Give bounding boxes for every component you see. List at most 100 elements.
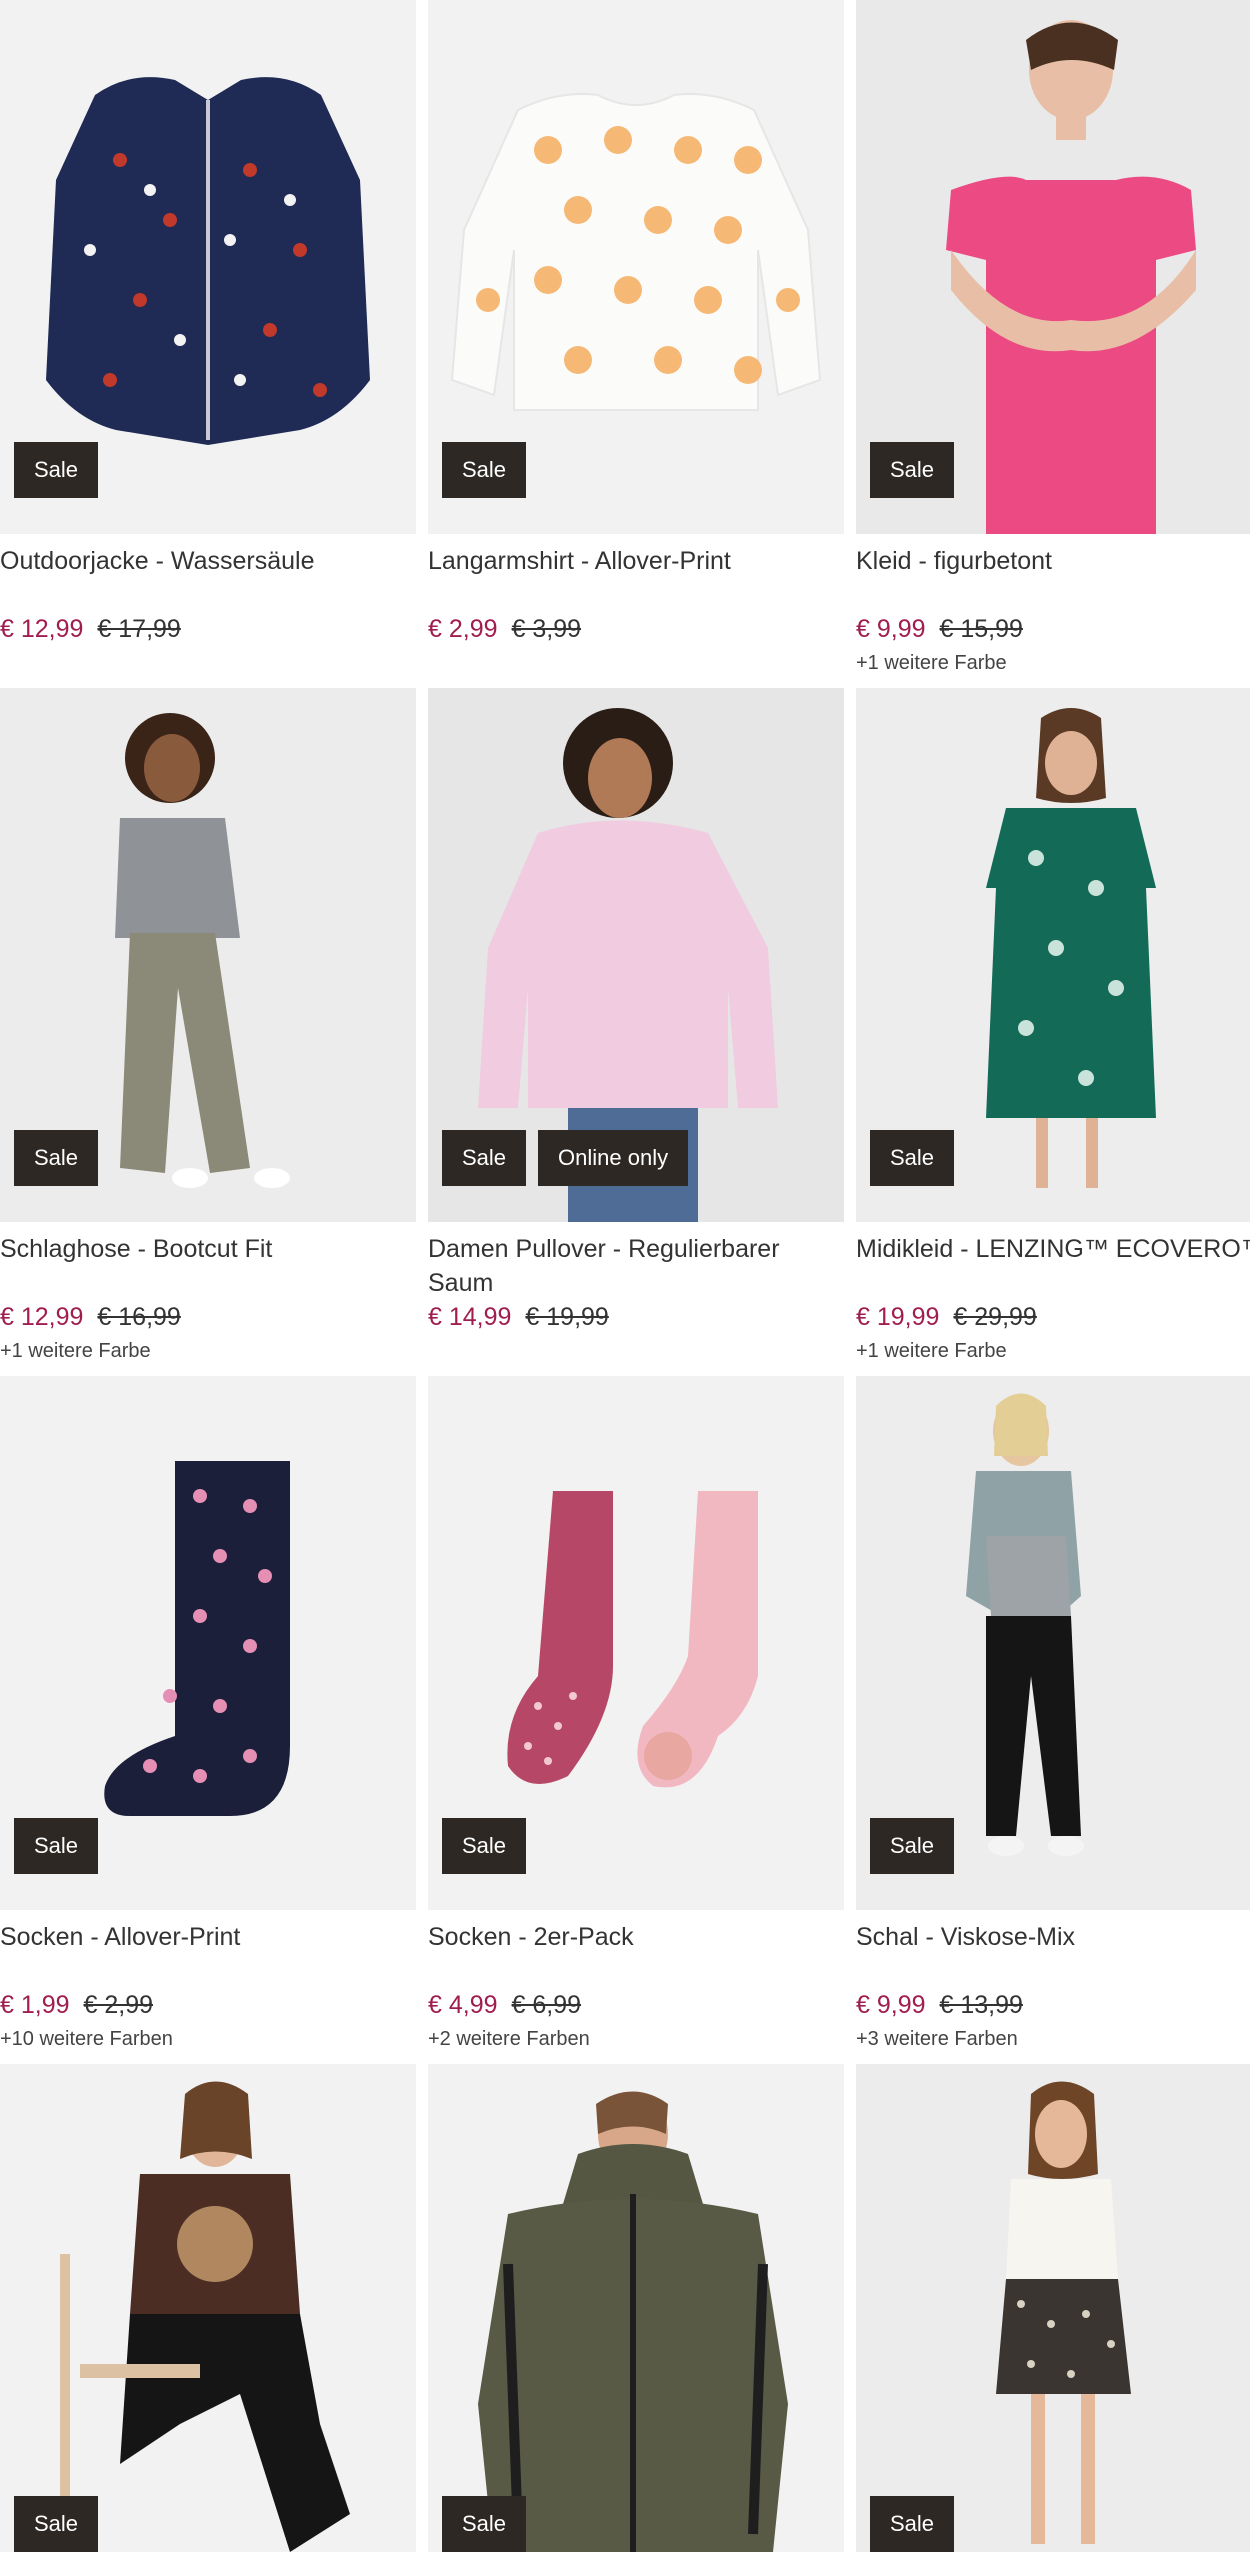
- sale-badge: Sale: [14, 1130, 99, 1186]
- more-colors-note[interactable]: +2 weitere Farben: [428, 2024, 844, 2054]
- sale-price: € 2,99: [428, 615, 498, 643]
- sale-badge: Sale: [870, 1818, 955, 1874]
- product-link[interactable]: Sale Schlaghose - Bootcut Fit € 12,99 € …: [0, 688, 416, 1376]
- sale-price: € 9,99: [856, 1991, 926, 2019]
- product-image[interactable]: Sale: [0, 1376, 416, 1910]
- product-card[interactable]: Sale Schlaghose - Bootcut Fit € 12,99 € …: [0, 688, 416, 1376]
- sale-price: € 19,99: [856, 1303, 940, 1331]
- product-link[interactable]: Sale: [0, 2064, 416, 2552]
- badge-group: Sale: [442, 1818, 527, 1874]
- badge-group: Sale: [870, 2496, 955, 2552]
- product-card[interactable]: Sale Socken - 2er-Pack € 4,99 € 6,99 +2 …: [428, 1376, 844, 2064]
- product-card[interactable]: Sale Schal - Viskose-Mix € 9,99 € 13,99 …: [856, 1376, 1250, 2064]
- badge-group: Sale: [14, 442, 99, 498]
- product-card[interactable]: Sale: [0, 2064, 416, 2552]
- product-title[interactable]: Socken - Allover-Print: [0, 1920, 416, 1988]
- price-row: € 9,99 € 13,99: [856, 1988, 1250, 2022]
- product-link[interactable]: Sale: [856, 2064, 1250, 2552]
- badge-group: Sale: [14, 2496, 99, 2552]
- product-title[interactable]: Schlaghose - Bootcut Fit: [0, 1232, 416, 1300]
- price-row: € 1,99 € 2,99: [0, 1988, 416, 2022]
- brown-tshirt-image: [0, 2064, 416, 2552]
- product-image[interactable]: Sale: [0, 0, 416, 534]
- original-price: € 17,99: [97, 615, 181, 643]
- sale-badge: Sale: [14, 442, 99, 498]
- product-link[interactable]: Sale Outdoorjacke - Wassersäule € 12,99 …: [0, 0, 416, 688]
- sale-price: € 12,99: [0, 615, 84, 643]
- product-title[interactable]: Damen Pullover - Regulierbarer Saum: [428, 1232, 844, 1300]
- product-image[interactable]: Sale: [856, 2064, 1250, 2552]
- product-image[interactable]: Sale: [856, 0, 1250, 534]
- badge-group: Sale: [442, 442, 527, 498]
- product-title[interactable]: Midikleid - LENZING™ ECOVERO™: [856, 1232, 1250, 1300]
- price-row: € 2,99 € 3,99: [428, 612, 844, 646]
- product-link[interactable]: Sale Online only Damen Pullover - Reguli…: [428, 688, 844, 1376]
- sale-price: € 12,99: [0, 1303, 84, 1331]
- original-price: € 13,99: [939, 1991, 1023, 2019]
- original-price: € 16,99: [97, 1303, 181, 1331]
- sale-badge: Sale: [14, 1818, 99, 1874]
- more-colors-note[interactable]: +1 weitere Farbe: [0, 1336, 416, 1366]
- product-link[interactable]: Sale Kleid - figurbetont € 9,99 € 15,99 …: [856, 0, 1250, 688]
- product-card[interactable]: Sale Online only Damen Pullover - Reguli…: [428, 688, 844, 1376]
- product-link[interactable]: Sale Socken - Allover-Print € 1,99 € 2,9…: [0, 1376, 416, 2064]
- product-title[interactable]: Langarmshirt - Allover-Print: [428, 544, 844, 612]
- original-price: € 2,99: [83, 1991, 154, 2019]
- sale-badge: Sale: [870, 442, 955, 498]
- product-card[interactable]: Sale Outdoorjacke - Wassersäule € 12,99 …: [0, 0, 416, 688]
- product-link[interactable]: Sale: [428, 2064, 844, 2552]
- sale-badge: Sale: [14, 2496, 99, 2552]
- price-row: € 9,99 € 15,99: [856, 612, 1250, 646]
- sale-badge: Sale: [870, 1130, 955, 1186]
- online-only-badge: Online only: [538, 1130, 689, 1186]
- product-image[interactable]: Sale: [428, 0, 844, 534]
- product-title[interactable]: Socken - 2er-Pack: [428, 1920, 844, 1988]
- product-image[interactable]: Sale: [0, 688, 416, 1222]
- sale-price: € 9,99: [856, 615, 926, 643]
- price-row: € 4,99 € 6,99: [428, 1988, 844, 2022]
- skirt-image: [856, 2064, 1250, 2552]
- product-card[interactable]: Sale Kleid - figurbetont € 9,99 € 15,99 …: [856, 0, 1250, 688]
- badge-group: Sale: [870, 1130, 955, 1186]
- product-image[interactable]: Sale: [428, 2064, 844, 2552]
- product-link[interactable]: Sale Schal - Viskose-Mix € 9,99 € 13,99 …: [856, 1376, 1250, 2064]
- badge-group: Sale: [870, 442, 955, 498]
- more-colors-note[interactable]: +10 weitere Farben: [0, 2024, 416, 2054]
- product-image[interactable]: Sale: [856, 1376, 1250, 1910]
- product-card[interactable]: Sale: [428, 2064, 844, 2552]
- original-price: € 15,99: [939, 615, 1023, 643]
- price-row: € 14,99 € 19,99: [428, 1300, 844, 1334]
- sale-badge: Sale: [442, 1818, 527, 1874]
- sale-badge: Sale: [442, 1130, 527, 1186]
- original-price: € 6,99: [511, 1991, 582, 2019]
- price-row: € 12,99 € 17,99: [0, 612, 416, 646]
- more-colors-note[interactable]: +1 weitere Farbe: [856, 648, 1250, 678]
- original-price: € 3,99: [511, 615, 582, 643]
- product-link[interactable]: Sale Langarmshirt - Allover-Print € 2,99…: [428, 0, 844, 688]
- more-colors-note[interactable]: +3 weitere Farben: [856, 2024, 1250, 2054]
- product-image[interactable]: Sale: [428, 1376, 844, 1910]
- product-title[interactable]: Outdoorjacke - Wassersäule: [0, 544, 416, 612]
- product-link[interactable]: Sale Midikleid - LENZING™ ECOVERO™ € 19,…: [856, 688, 1250, 1376]
- original-price: € 29,99: [953, 1303, 1037, 1331]
- price-row: € 19,99 € 29,99: [856, 1300, 1250, 1334]
- product-card[interactable]: Sale Midikleid - LENZING™ ECOVERO™ € 19,…: [856, 688, 1250, 1376]
- khaki-hoodie-image: [428, 2064, 844, 2552]
- badge-group: Sale: [14, 1130, 99, 1186]
- product-card[interactable]: Sale Socken - Allover-Print € 1,99 € 2,9…: [0, 1376, 416, 2064]
- sale-badge: Sale: [870, 2496, 955, 2552]
- product-image[interactable]: Sale Online only: [428, 688, 844, 1222]
- more-colors-note[interactable]: +1 weitere Farbe: [856, 1336, 1250, 1366]
- product-card[interactable]: Sale Langarmshirt - Allover-Print € 2,99…: [428, 0, 844, 688]
- product-title[interactable]: Kleid - figurbetont: [856, 544, 1250, 612]
- sale-price: € 4,99: [428, 1991, 498, 2019]
- badge-group: Sale Online only: [442, 1130, 689, 1186]
- product-image[interactable]: Sale: [0, 2064, 416, 2552]
- original-price: € 19,99: [525, 1303, 609, 1331]
- product-grid: Sale Outdoorjacke - Wassersäule € 12,99 …: [0, 0, 1250, 2552]
- product-card[interactable]: Sale: [856, 2064, 1250, 2552]
- product-image[interactable]: Sale: [856, 688, 1250, 1222]
- product-title[interactable]: Schal - Viskose-Mix: [856, 1920, 1250, 1988]
- product-link[interactable]: Sale Socken - 2er-Pack € 4,99 € 6,99 +2 …: [428, 1376, 844, 2064]
- sale-price: € 14,99: [428, 1303, 512, 1331]
